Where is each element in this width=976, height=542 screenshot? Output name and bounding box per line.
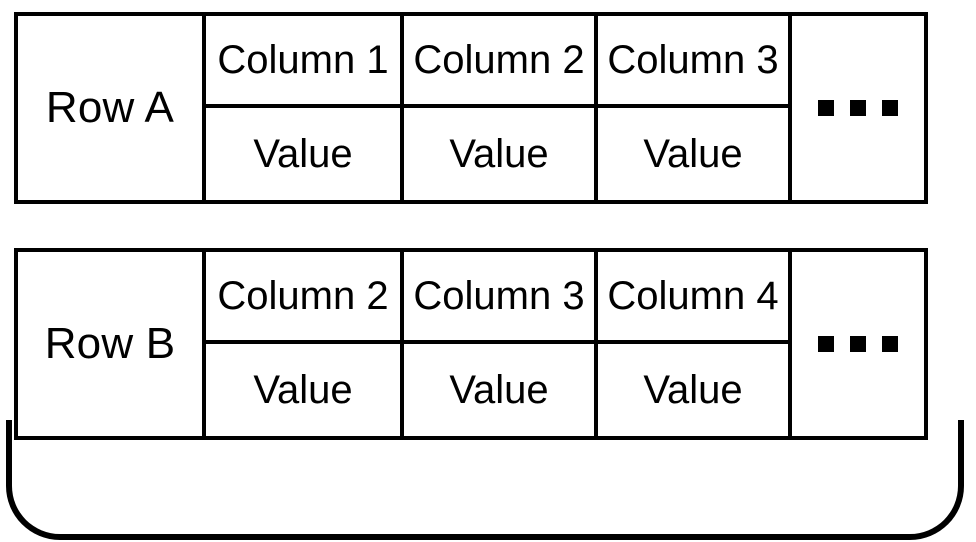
- column-header: Column 4: [598, 252, 788, 344]
- dot-icon: [882, 336, 898, 352]
- column-header: Column 3: [404, 252, 594, 344]
- row-b-block: Row B Column 2 Value Column 3 Value Colu…: [14, 248, 928, 440]
- ellipsis-icon: [788, 16, 924, 200]
- row-b-body: Column 2 Value Column 3 Value Column 4 V…: [206, 252, 924, 436]
- dot-icon: [818, 100, 834, 116]
- column-header: Column 2: [404, 16, 594, 108]
- column-header: Column 2: [206, 252, 400, 344]
- row-a-body: Column 1 Value Column 2 Value Column 3 V…: [206, 16, 924, 200]
- dot-icon: [850, 336, 866, 352]
- column-value: Value: [598, 108, 788, 200]
- ellipsis-icon: [788, 252, 924, 436]
- diagram-container: Row A Column 1 Value Column 2 Value Colu…: [0, 0, 976, 542]
- row-a-col-3: Column 3 Value: [594, 16, 788, 200]
- column-value: Value: [206, 344, 400, 436]
- row-a-block: Row A Column 1 Value Column 2 Value Colu…: [14, 12, 928, 204]
- row-a-label: Row A: [18, 16, 206, 200]
- column-value: Value: [598, 344, 788, 436]
- container-bottom-border: [6, 480, 964, 540]
- row-b-label: Row B: [18, 252, 206, 436]
- column-value: Value: [404, 344, 594, 436]
- column-value: Value: [404, 108, 594, 200]
- row-a-col-2: Column 2 Value: [400, 16, 594, 200]
- row-b-col-2: Column 3 Value: [400, 252, 594, 436]
- dot-icon: [818, 336, 834, 352]
- column-header: Column 3: [598, 16, 788, 108]
- row-b-col-1: Column 2 Value: [206, 252, 400, 436]
- row-b-col-3: Column 4 Value: [594, 252, 788, 436]
- dot-icon: [882, 100, 898, 116]
- dot-icon: [850, 100, 866, 116]
- column-value: Value: [206, 108, 400, 200]
- row-a-col-1: Column 1 Value: [206, 16, 400, 200]
- column-header: Column 1: [206, 16, 400, 108]
